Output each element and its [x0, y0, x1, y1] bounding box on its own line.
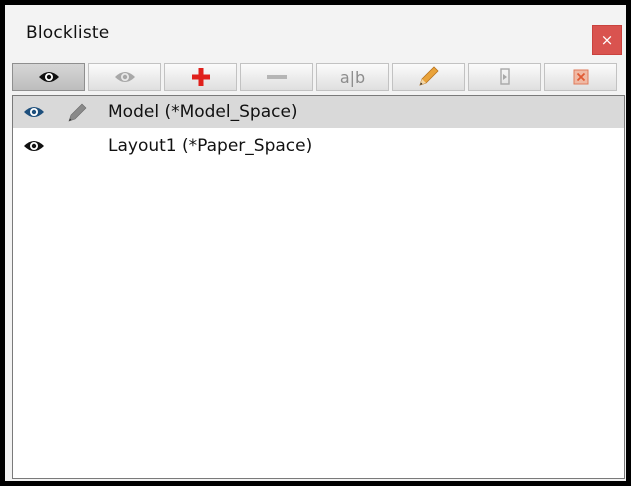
rename-block-button[interactable]: a|b [316, 63, 389, 91]
close-icon: × [600, 31, 614, 49]
add-block-button[interactable] [164, 63, 237, 91]
hide-all-button[interactable] [88, 63, 161, 91]
rename-icon: a|b [339, 67, 366, 87]
eye-icon [114, 69, 136, 85]
insert-icon [498, 68, 512, 86]
block-list-window: Blockliste × a|b Model (*Model_Space) La… [0, 0, 631, 486]
pencil-icon [417, 66, 441, 88]
edit-block-button[interactable] [392, 63, 465, 91]
block-row-model[interactable]: Model (*Model_Space) [13, 96, 624, 128]
block-list[interactable]: Model (*Model_Space) Layout1 (*Paper_Spa… [12, 95, 625, 479]
show-all-button[interactable] [12, 63, 85, 91]
eye-icon[interactable] [23, 104, 45, 120]
close-button[interactable]: × [592, 25, 622, 55]
plus-icon [191, 67, 211, 87]
remove-block-button[interactable] [240, 63, 313, 91]
pencil-icon[interactable] [67, 103, 89, 123]
minus-icon [266, 73, 288, 81]
insert-block-button[interactable] [468, 63, 541, 91]
block-row-layout1[interactable]: Layout1 (*Paper_Space) [13, 130, 624, 162]
block-name: Model (*Model_Space) [108, 102, 298, 122]
window-title: Blockliste [26, 23, 110, 43]
close-box-icon [573, 69, 589, 85]
eye-icon [38, 69, 60, 85]
title-bar: Blockliste × [5, 5, 626, 61]
eye-icon[interactable] [23, 138, 45, 154]
close-block-editor-button[interactable] [544, 63, 617, 91]
block-name: Layout1 (*Paper_Space) [108, 136, 313, 156]
toolbar: a|b [12, 63, 625, 93]
